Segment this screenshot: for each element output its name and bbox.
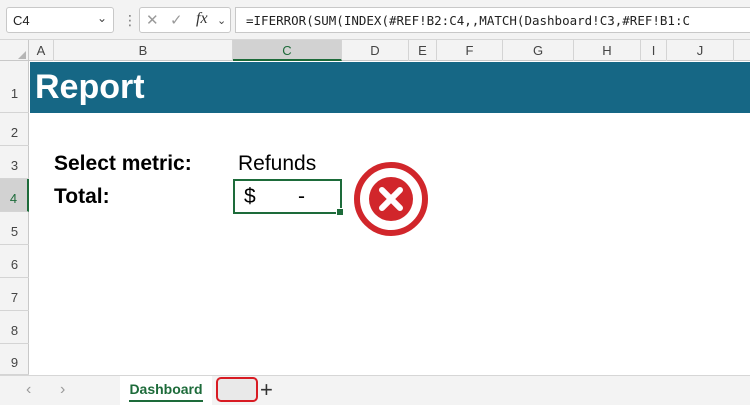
next-sheet-icon[interactable]: › [60,381,65,399]
name-box-value: C4 [13,13,30,28]
previous-sheet-icon[interactable]: ‹ [26,381,31,399]
formula-input[interactable]: =IFERROR(SUM(INDEX(#REF!B2:C4,,MATCH(Das… [235,7,750,33]
enter-icon[interactable]: ✓ [170,11,183,29]
total-value: - [298,185,305,208]
row-headers: 1 2 3 4 5 6 7 8 9 [0,61,29,375]
sheet-tab-dashboard[interactable]: Dashboard [120,376,212,406]
column-headers: A B C D E F G H I J [0,40,750,61]
row-header-1[interactable]: 1 [0,61,29,113]
select-all-corner[interactable] [0,40,29,61]
select-metric-label: Select metric: [54,152,192,175]
banner-title: Report [35,68,145,106]
chevron-down-icon[interactable]: ⌄ [217,14,226,27]
column-header-c[interactable]: C [233,40,342,61]
column-header-e[interactable]: E [409,40,437,61]
formula-bar: C4 ⌄ ⋮ ✕ ✓ fx ⌄ =IFERROR(SUM(INDEX(#REF!… [0,0,750,40]
column-header-b[interactable]: B [54,40,233,61]
column-header-d[interactable]: D [342,40,409,61]
row-header-9[interactable]: 9 [0,344,29,375]
drag-handle-icon[interactable]: ⋮ [123,11,137,29]
column-header-i[interactable]: I [641,40,667,61]
add-sheet-icon[interactable]: + [260,377,273,403]
row-header-5[interactable]: 5 [0,212,29,245]
column-header-a[interactable]: A [29,40,54,61]
select-metric-value[interactable]: Refunds [238,152,316,176]
column-header-j[interactable]: J [667,40,734,61]
row-header-3[interactable]: 3 [0,146,29,179]
total-label: Total: [54,185,110,208]
chevron-down-icon[interactable]: ⌄ [97,11,107,25]
formula-tools: ✕ ✓ fx ⌄ [139,7,231,33]
active-tab-underline [129,400,203,402]
total-currency: $ [244,185,256,208]
column-header-f[interactable]: F [437,40,503,61]
row-header-4[interactable]: 4 [0,179,29,212]
row-header-7[interactable]: 7 [0,278,29,311]
column-header-g[interactable]: G [503,40,574,61]
function-icon[interactable]: fx [196,10,208,28]
row-header-2[interactable]: 2 [0,113,29,146]
sheet-tab-label: Dashboard [129,381,203,397]
cancel-icon[interactable]: ✕ [146,11,159,29]
row-header-6[interactable]: 6 [0,245,29,278]
error-x-icon [354,162,428,236]
row-header-8[interactable]: 8 [0,311,29,344]
highlighted-empty-tab[interactable] [216,377,258,402]
name-box[interactable]: C4 ⌄ [6,7,114,33]
sheet-tab-bar: ‹ › Dashboard + [0,375,750,406]
column-header-h[interactable]: H [574,40,641,61]
